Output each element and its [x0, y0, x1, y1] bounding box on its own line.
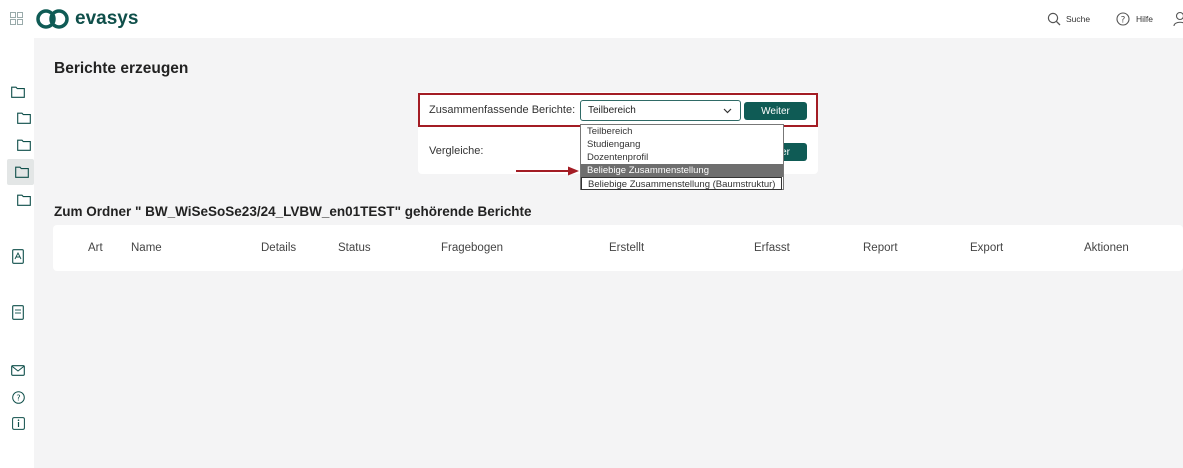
folder-icon[interactable]	[10, 84, 26, 100]
page-title: Berichte erzeugen	[54, 60, 189, 77]
search-icon[interactable]	[1047, 12, 1061, 26]
apps-grid-icon[interactable]	[10, 12, 23, 25]
search-link[interactable]: Suche	[1066, 14, 1090, 24]
dropdown-option[interactable]: Studiengang	[581, 138, 783, 151]
column-header-name[interactable]: Name	[131, 242, 162, 254]
compare-label: Vergleiche:	[429, 145, 484, 157]
sidebar-active-item[interactable]	[7, 159, 34, 185]
column-header-erfasst[interactable]: Erfasst	[754, 242, 790, 254]
help-icon[interactable]: ?	[10, 389, 26, 405]
folder-reports-heading: Zum Ordner " BW_WiSeSoSe23/24_LVBW_en01T…	[54, 204, 532, 219]
evasys-logo-icon[interactable]	[36, 9, 70, 29]
dropdown-option[interactable]: Dozentenprofil	[581, 151, 783, 164]
sidebar: ?	[0, 38, 34, 468]
help-icon[interactable]: ?	[1116, 12, 1130, 26]
top-bar: evasys Suche ? Hilfe	[0, 0, 1183, 38]
column-header-report[interactable]: Report	[863, 242, 898, 254]
column-header-details[interactable]: Details	[261, 242, 296, 254]
info-icon[interactable]	[10, 415, 26, 431]
folder-icon	[14, 164, 30, 180]
summary-dropdown-list[interactable]: Teilbereich Studiengang Dozentenprofil B…	[580, 124, 784, 190]
app-name: evasys	[75, 8, 139, 29]
highlight-box	[418, 93, 818, 127]
mail-icon[interactable]	[10, 362, 26, 378]
help-link[interactable]: Hilfe	[1136, 14, 1153, 24]
dropdown-option[interactable]: Beliebige Zusammenstellung (Baumstruktur…	[581, 177, 782, 190]
dropdown-option-highlighted[interactable]: Beliebige Zusammenstellung	[581, 164, 783, 177]
folder-icon[interactable]	[16, 110, 32, 126]
column-header-export[interactable]: Export	[970, 242, 1003, 254]
column-header-status[interactable]: Status	[338, 242, 371, 254]
column-header-aktionen[interactable]: Aktionen	[1084, 242, 1129, 254]
folder-icon[interactable]	[16, 137, 32, 153]
annotation-arrow-icon	[516, 164, 580, 176]
user-icon[interactable]	[1173, 11, 1183, 27]
pdf-icon[interactable]	[10, 248, 26, 264]
document-icon[interactable]	[10, 304, 26, 320]
folder-icon[interactable]	[16, 192, 32, 208]
column-header-erstellt[interactable]: Erstellt	[609, 242, 644, 254]
dropdown-option[interactable]: Teilbereich	[581, 125, 783, 138]
svg-text:?: ?	[16, 393, 20, 402]
column-header-art[interactable]: Art	[88, 242, 103, 254]
column-header-fragebogen[interactable]: Fragebogen	[441, 242, 503, 254]
svg-text:?: ?	[1121, 15, 1126, 25]
